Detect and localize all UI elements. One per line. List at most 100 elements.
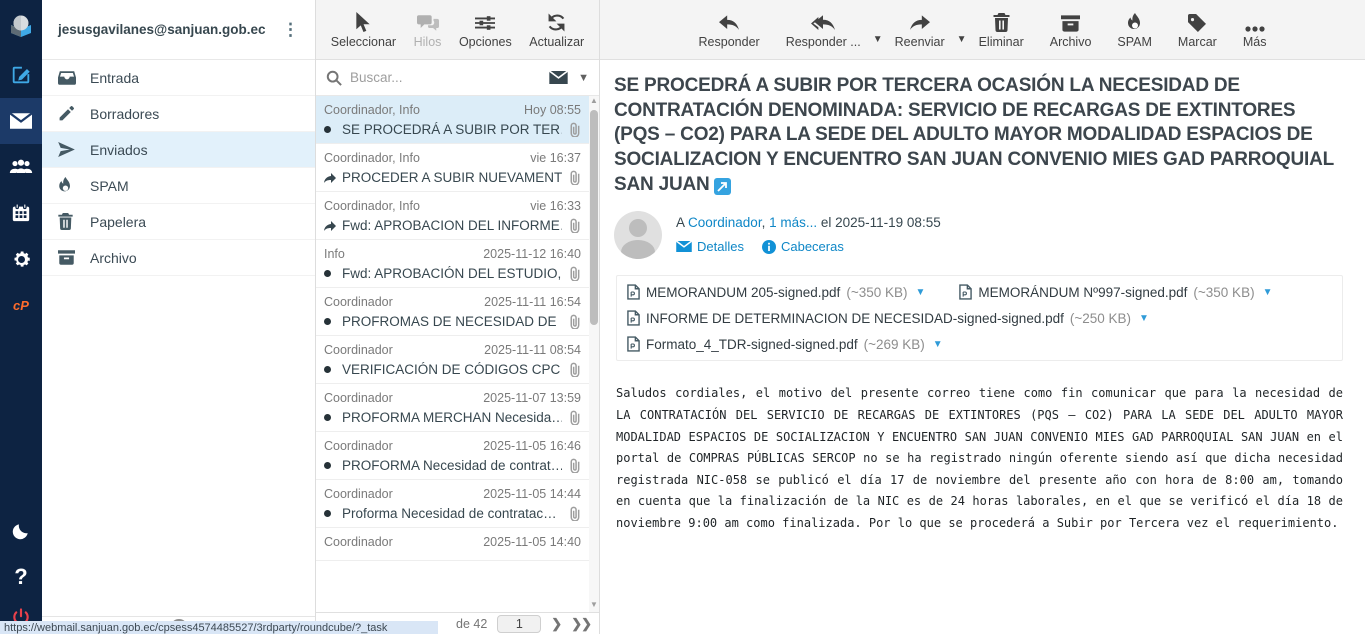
message-row[interactable]: Coordinador2025-11-11 08:54 VERIFICACIÓN… xyxy=(316,336,589,384)
settings-gear-icon[interactable] xyxy=(0,236,42,282)
sender-block: A Coordinador, 1 más... el 2025-11-19 08… xyxy=(614,211,1345,259)
folder-drafts[interactable]: Borradores xyxy=(42,96,315,132)
paperclip-icon xyxy=(568,170,581,185)
attachment-menu-caret-icon[interactable]: ▼ xyxy=(916,287,926,298)
forward-caret-icon[interactable]: ▼ xyxy=(957,34,967,45)
attachment-item[interactable]: MEMORÁNDUM Nº997-signed.pdf (~350 KB) ▼ xyxy=(959,284,1272,300)
search-input[interactable] xyxy=(350,70,541,85)
reply-button[interactable]: Responder xyxy=(699,10,760,49)
attachment-size: (~269 KB) xyxy=(864,337,925,352)
pdf-file-icon xyxy=(959,284,972,300)
recipient-link[interactable]: Coordinador xyxy=(688,215,762,230)
attachment-name: MEMORÁNDUM Nº997-signed.pdf xyxy=(978,285,1187,300)
attachment-size: (~350 KB) xyxy=(846,285,907,300)
mark-button[interactable]: Marcar xyxy=(1178,10,1217,49)
more-recipients-link[interactable]: 1 más... xyxy=(769,215,817,230)
contacts-icon[interactable] xyxy=(0,144,42,190)
msg-sender: Coordinador xyxy=(324,439,393,453)
scroll-up-icon[interactable]: ▲ xyxy=(590,96,598,108)
message-row[interactable]: Info2025-11-12 16:40 Fwd: APROBACIÓN DEL… xyxy=(316,240,589,288)
unread-dot-icon xyxy=(324,414,336,421)
paperclip-icon xyxy=(568,122,581,137)
spam-button[interactable]: SPAM xyxy=(1117,10,1152,49)
message-row[interactable]: Coordinador, Infovie 16:37 PROCEDER A SU… xyxy=(316,144,589,192)
attachment-size: (~250 KB) xyxy=(1070,311,1131,326)
folder-label: SPAM xyxy=(90,178,129,194)
message-list-column: Seleccionar Hilos Opciones Actualizar ▼ xyxy=(316,0,600,634)
recipient-line: A Coordinador, 1 más... el 2025-11-19 08… xyxy=(676,215,941,230)
headers-link[interactable]: Cabeceras xyxy=(762,239,844,254)
pencil-icon xyxy=(58,106,76,122)
archive-button[interactable]: Archivo xyxy=(1050,10,1092,49)
message-toolbar: Responder Responder ... ▼ Reenviar ▼ Eli… xyxy=(600,0,1365,60)
list-toolbar: Seleccionar Hilos Opciones Actualizar xyxy=(316,0,599,60)
compose-icon[interactable] xyxy=(0,52,42,98)
message-row[interactable]: Coordinador2025-11-05 14:40 xyxy=(316,528,589,561)
forward-button[interactable]: Reenviar xyxy=(895,10,945,49)
tool-label: Responder ... xyxy=(786,35,861,49)
mail-tab-icon[interactable] xyxy=(0,98,42,144)
paperclip-icon xyxy=(568,362,581,377)
attachment-menu-caret-icon[interactable]: ▼ xyxy=(1139,313,1149,324)
external-link-icon[interactable] xyxy=(714,178,731,195)
reply-all-caret-icon[interactable]: ▼ xyxy=(873,34,883,45)
attachment-item[interactable]: INFORME DE DETERMINACION DE NECESIDAD-si… xyxy=(627,310,1332,326)
msg-sender: Coordinador xyxy=(324,487,393,501)
webmail-logo-icon[interactable] xyxy=(0,0,42,52)
select-button[interactable]: Seleccionar xyxy=(331,10,396,49)
next-page-icon[interactable]: ❯ xyxy=(551,616,561,632)
folder-sent[interactable]: Enviados xyxy=(42,132,315,168)
message-row[interactable]: Coordinador2025-11-05 14:44 Proforma Nec… xyxy=(316,480,589,528)
message-row[interactable]: Coordinador, InfoHoy 08:55 SE PROCEDRÁ A… xyxy=(316,96,589,144)
attachments-list: MEMORANDUM 205-signed.pdf (~350 KB) ▼ ME… xyxy=(616,275,1343,361)
search-scope-caret-icon[interactable]: ▼ xyxy=(578,72,589,84)
account-menu-kebab-icon[interactable]: ⋮ xyxy=(276,17,305,42)
webmail-app: cP ? jesusgavilanes@sanjuan.gob.ec ⋮ Ent… xyxy=(0,0,1365,634)
message-body: Saludos cordiales, el motivo del present… xyxy=(616,383,1343,534)
delete-button[interactable]: Eliminar xyxy=(979,10,1024,49)
attachment-size: (~350 KB) xyxy=(1193,285,1254,300)
threads-button[interactable]: Hilos xyxy=(414,10,442,49)
cpanel-icon[interactable]: cP xyxy=(0,282,42,328)
paperclip-icon xyxy=(568,314,581,329)
reply-all-icon xyxy=(811,10,835,32)
forwarded-arrow-icon xyxy=(324,173,336,183)
message-row[interactable]: Coordinador2025-11-05 16:46 PROFORMA Nec… xyxy=(316,432,589,480)
more-button[interactable]: Más xyxy=(1243,10,1267,49)
msg-date: 2025-11-07 13:59 xyxy=(483,391,581,405)
folder-archive[interactable]: Archivo xyxy=(42,240,315,276)
folder-label: Entrada xyxy=(90,70,139,86)
folder-spam[interactable]: SPAM xyxy=(42,168,315,204)
message-row[interactable]: Coordinador, Infovie 16:33 Fwd: APROBACI… xyxy=(316,192,589,240)
taskbar: cP ? xyxy=(0,0,42,634)
folder-trash[interactable]: Papelera xyxy=(42,204,315,240)
msg-subject: Fwd: APROBACION DEL INFORME… xyxy=(342,218,562,233)
page-input[interactable]: 1 xyxy=(497,615,541,633)
folder-inbox[interactable]: Entrada xyxy=(42,60,315,96)
refresh-button[interactable]: Actualizar xyxy=(529,10,584,49)
message-row[interactable]: Coordinador2025-11-11 16:54 PROFROMAS DE… xyxy=(316,288,589,336)
unread-dot-icon xyxy=(324,318,336,325)
last-page-icon[interactable]: ❯❯ xyxy=(571,616,591,632)
reply-all-button[interactable]: Responder ... xyxy=(786,10,861,49)
dark-mode-moon-icon[interactable] xyxy=(0,508,42,554)
attachment-item[interactable]: Formato_4_TDR-signed-signed.pdf (~269 KB… xyxy=(627,336,1332,352)
attachment-item[interactable]: MEMORANDUM 205-signed.pdf (~350 KB) ▼ xyxy=(627,284,925,300)
options-button[interactable]: Opciones xyxy=(459,10,512,49)
message-row[interactable]: Coordinador2025-11-07 13:59 PROFORMA MER… xyxy=(316,384,589,432)
scroll-down-icon[interactable]: ▼ xyxy=(590,600,598,612)
message-date: el 2025-11-19 08:55 xyxy=(817,215,941,230)
list-scrollbar[interactable]: ▲ ▼ xyxy=(589,96,599,612)
msg-sender: Coordinador xyxy=(324,343,393,357)
sliders-icon xyxy=(475,10,495,32)
msg-date: 2025-11-11 16:54 xyxy=(484,295,581,309)
details-link[interactable]: Detalles xyxy=(676,239,744,254)
unread-dot-icon xyxy=(324,510,336,517)
help-icon[interactable]: ? xyxy=(0,554,42,600)
scrollbar-thumb[interactable] xyxy=(590,110,598,325)
tool-label: Eliminar xyxy=(979,35,1024,49)
attachment-menu-caret-icon[interactable]: ▼ xyxy=(933,339,943,350)
calendar-icon[interactable] xyxy=(0,190,42,236)
attachment-menu-caret-icon[interactable]: ▼ xyxy=(1263,287,1273,298)
search-scope-envelope-icon[interactable] xyxy=(549,71,568,84)
